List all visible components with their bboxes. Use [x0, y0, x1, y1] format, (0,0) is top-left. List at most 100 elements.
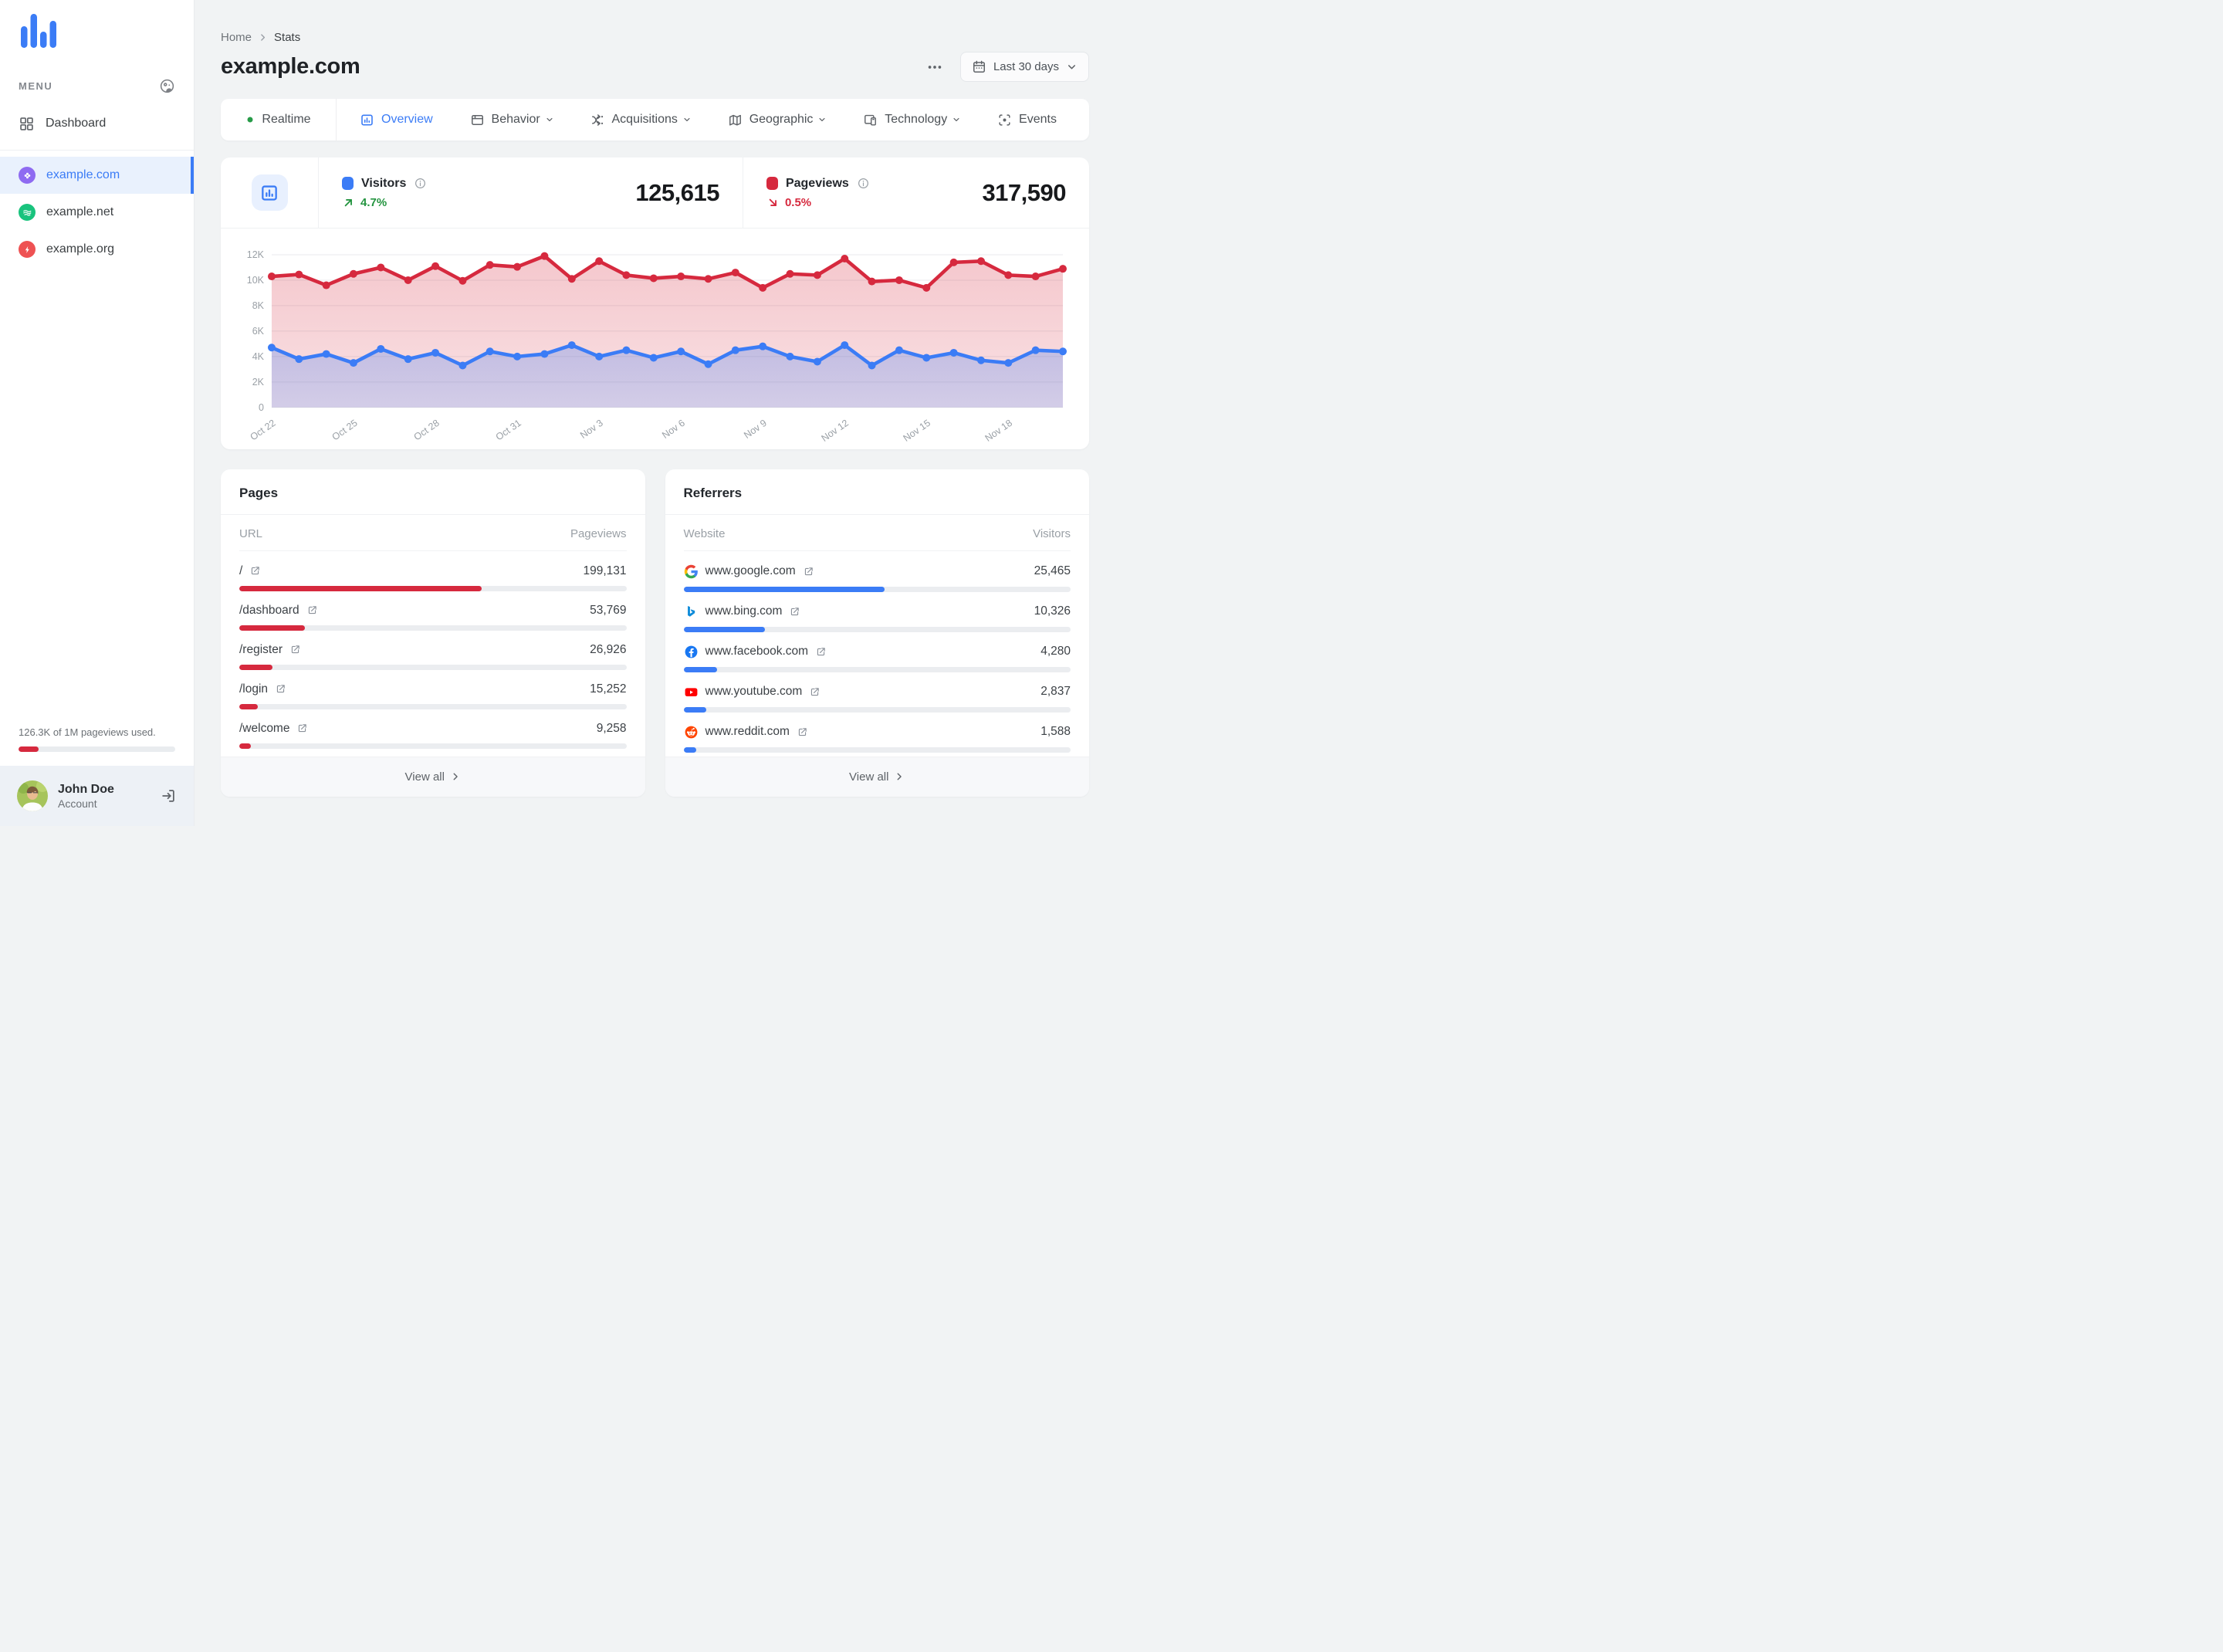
referrer-progress-bar — [683, 586, 1071, 592]
menu-section-label: MENU — [19, 80, 53, 92]
svg-text:Nov 9: Nov 9 — [742, 418, 769, 441]
tab-bar: Realtime Overview Behavior Acquisitions … — [221, 99, 1089, 140]
visitors-metric: Visitors 4.7% 125,615 — [319, 157, 743, 228]
date-range-label: Last 30 days — [993, 60, 1059, 73]
date-range-button[interactable]: Last 30 days — [959, 52, 1089, 82]
svg-text:Oct 22: Oct 22 — [249, 418, 278, 443]
referrer-link[interactable]: www.reddit.com — [684, 725, 808, 740]
referrer-row: www.facebook.com 4,280 — [683, 635, 1071, 675]
visitors-label: Visitors — [361, 176, 407, 190]
map-icon — [728, 113, 743, 127]
bar-chart-logo-icon — [21, 14, 56, 48]
referrers-view-all-button[interactable]: View all — [665, 756, 1089, 797]
external-link-icon — [815, 646, 827, 658]
info-icon[interactable] — [857, 177, 870, 190]
chevron-down-icon — [1066, 61, 1078, 73]
svg-text:Nov 18: Nov 18 — [983, 418, 1014, 444]
referrer-row: www.bing.com 10,326 — [683, 595, 1071, 635]
referrer-link[interactable]: www.google.com — [684, 564, 814, 579]
pageviews-swatch — [766, 177, 778, 190]
pageviews-change: 0.5% — [766, 196, 870, 209]
tab-behavior[interactable]: Behavior — [470, 113, 553, 127]
avatar — [17, 780, 48, 811]
external-link-icon — [249, 565, 261, 577]
svg-text:Oct 28: Oct 28 — [412, 418, 442, 443]
pageviews-value: 317,590 — [982, 178, 1066, 206]
breadcrumb: Home Stats — [221, 31, 1089, 44]
referrers-card-title: Referrers — [665, 469, 1089, 515]
page-url-link[interactable]: /dashboard — [239, 604, 318, 618]
referrer-progress-bar — [683, 626, 1071, 632]
referrer-link[interactable]: www.youtube.com — [684, 685, 821, 699]
tab-technology[interactable]: Technology — [863, 113, 960, 127]
tab-acquisitions[interactable]: Acquisitions — [590, 113, 691, 127]
more-options-icon[interactable] — [923, 56, 946, 79]
tab-realtime[interactable]: Realtime — [245, 113, 311, 127]
sidebar: MENU Dashboard example.com example.net e… — [0, 0, 195, 826]
sidebar-item-example-com[interactable]: example.com — [0, 157, 194, 194]
bolt-icon — [19, 241, 36, 258]
external-link-icon — [803, 566, 814, 577]
youtube-favicon-icon — [684, 685, 699, 699]
traffic-chart: 0 2K 4K 6K 8K 10K 12K Oct 22 Oct 25 Oct 28 Oct 31… — [221, 229, 1089, 449]
tab-label: Realtime — [262, 113, 311, 126]
pages-card: Pages URL Pageviews / 199,131 /dashboard… — [221, 469, 645, 797]
tab-events[interactable]: Events — [997, 113, 1057, 127]
external-link-icon — [809, 686, 821, 698]
svg-text:Nov 6: Nov 6 — [660, 418, 687, 441]
page-pageviews-value: 199,131 — [583, 564, 627, 577]
logout-icon[interactable] — [160, 787, 177, 804]
referrer-visitors-value: 4,280 — [1040, 645, 1071, 658]
page-url-link[interactable]: /register — [239, 643, 301, 657]
chevron-down-icon — [546, 116, 553, 124]
tab-geographic[interactable]: Geographic — [728, 113, 827, 127]
page-progress-bar — [239, 585, 627, 591]
chart-icon — [251, 174, 288, 211]
referrer-link[interactable]: www.bing.com — [684, 604, 801, 619]
visitors-value: 125,615 — [635, 178, 719, 206]
waves-icon — [19, 204, 36, 221]
live-dot-icon — [245, 115, 255, 124]
svg-text:10K: 10K — [247, 275, 265, 286]
svg-text:Oct 25: Oct 25 — [330, 418, 360, 443]
svg-text:Nov 3: Nov 3 — [578, 418, 605, 441]
main-content: Home Stats example.com Last 30 days Real… — [195, 0, 1112, 826]
page-progress-bar — [239, 625, 627, 631]
bing-favicon-icon — [684, 604, 699, 619]
page-row: /welcome 9,258 — [239, 713, 627, 752]
external-link-icon — [275, 683, 286, 695]
page-row: /login 15,252 — [239, 673, 627, 713]
tab-overview[interactable]: Overview — [360, 113, 433, 127]
page-url-link[interactable]: /login — [239, 682, 286, 696]
sidebar-item-example-net[interactable]: example.net — [0, 194, 194, 231]
calendar-icon — [972, 59, 986, 74]
site-label: example.org — [46, 242, 115, 256]
chevron-right-icon — [894, 771, 905, 782]
chevron-down-icon — [683, 116, 691, 124]
info-icon[interactable] — [414, 177, 427, 190]
divider — [0, 150, 194, 151]
sidebar-item-example-org[interactable]: example.org — [0, 231, 194, 268]
breadcrumb-home[interactable]: Home — [221, 31, 252, 44]
chevron-down-icon — [818, 116, 826, 124]
referrer-link[interactable]: www.facebook.com — [684, 645, 827, 659]
tab-label: Overview — [381, 113, 433, 126]
sidebar-item-label: Dashboard — [46, 117, 107, 130]
grid-icon — [19, 116, 35, 132]
svg-text:8K: 8K — [252, 300, 265, 311]
pages-col-url: URL — [239, 526, 263, 540]
external-link-icon — [289, 644, 301, 655]
page-url-link[interactable]: / — [239, 564, 261, 578]
persona-icon[interactable] — [159, 78, 175, 94]
page-title: example.com — [221, 54, 360, 79]
sidebar-item-dashboard[interactable]: Dashboard — [0, 107, 194, 140]
pages-view-all-button[interactable]: View all — [221, 756, 645, 797]
stats-row: Visitors 4.7% 125,615 Pageviews 0.5% 317… — [221, 157, 1089, 229]
page-url-link[interactable]: /welcome — [239, 722, 308, 736]
external-link-icon — [306, 604, 318, 616]
reddit-favicon-icon — [684, 725, 699, 740]
page-row: /dashboard 53,769 — [239, 594, 627, 634]
referrer-row: www.reddit.com 1,588 — [683, 716, 1071, 756]
pageviews-metric: Pageviews 0.5% 317,590 — [743, 157, 1089, 228]
page-progress-bar — [239, 743, 627, 749]
